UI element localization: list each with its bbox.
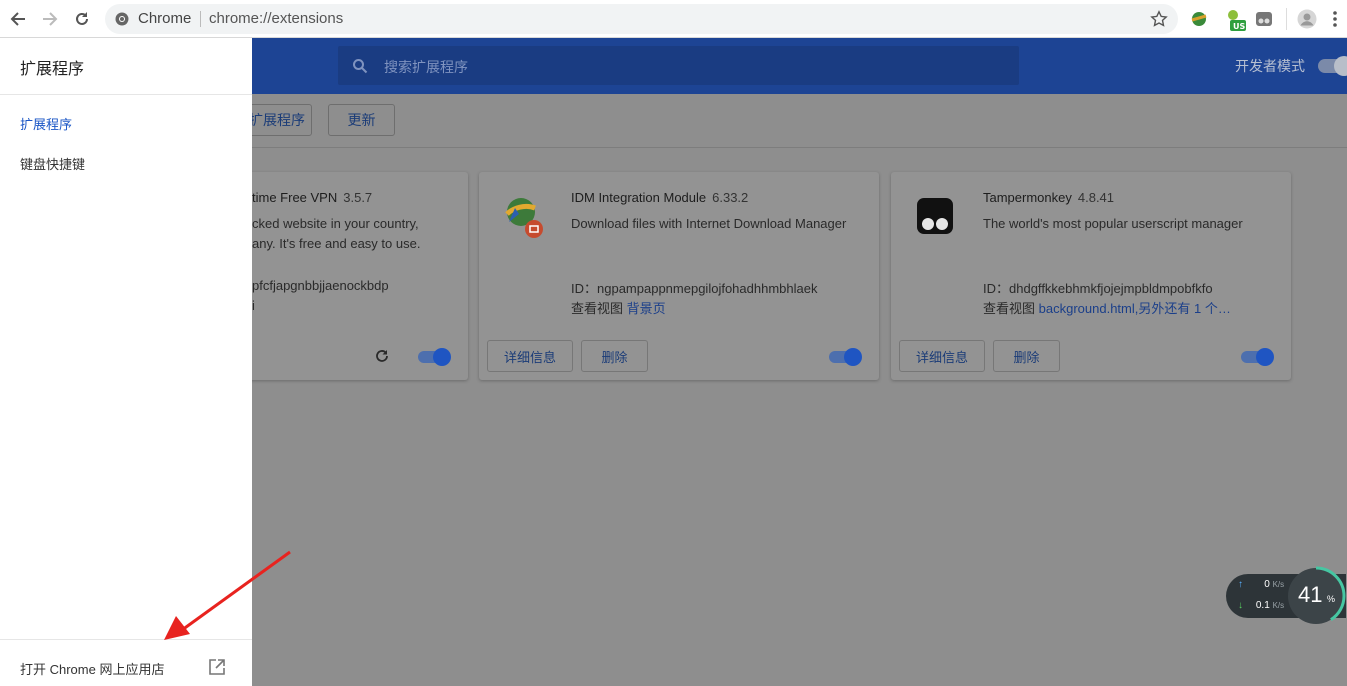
developer-mode-label: 开发者模式 bbox=[1235, 58, 1305, 74]
details-button[interactable]: 详细信息 bbox=[899, 340, 985, 372]
background-page-link[interactable]: 背景页 bbox=[627, 301, 666, 316]
drawer-divider bbox=[0, 94, 252, 95]
download-speed: ↓ 0.1 K/s bbox=[1238, 600, 1285, 611]
extension-enable-toggle[interactable] bbox=[1241, 348, 1274, 366]
upload-speed: ↑ 0 K/s bbox=[1238, 579, 1285, 590]
extension-name: Tampermonkey 4.8.41 bbox=[983, 190, 1115, 205]
drawer-item-extensions[interactable]: 扩展程序 bbox=[20, 114, 72, 133]
cpu-usage-value: 41 bbox=[1298, 582, 1323, 607]
extension-enable-toggle[interactable] bbox=[418, 348, 451, 366]
details-button[interactable]: 详细信息 bbox=[487, 340, 573, 372]
open-web-store-link[interactable]: 打开 Chrome 网上应用店 bbox=[20, 659, 164, 678]
tampermonkey-logo-icon bbox=[917, 198, 953, 234]
remove-button[interactable]: 删除 bbox=[993, 340, 1060, 372]
extension-view: 查看视图 背景页 bbox=[571, 301, 666, 316]
extension-id: pfcfjapgnbbjjaenockbdp bbox=[252, 278, 389, 293]
extension-view: 查看视图 background.html,另外还有 1 个… bbox=[983, 301, 1231, 316]
browser-toolbar: Chrome chrome://extensions US bbox=[0, 0, 1347, 38]
bookmark-star-icon[interactable] bbox=[1150, 10, 1168, 28]
tampermonkey-extension-icon[interactable] bbox=[1254, 9, 1274, 29]
background-page-link[interactable]: background.html,另外还有 1 个… bbox=[1039, 301, 1231, 316]
profile-avatar-icon[interactable] bbox=[1297, 9, 1317, 29]
drawer-title: 扩展程序 bbox=[20, 61, 85, 78]
download-arrow-icon: ↓ bbox=[1238, 600, 1243, 611]
extension-id: ID：ngpampappnmepgilojfohadhhmbhlaek bbox=[571, 281, 818, 296]
url-text[interactable]: chrome://extensions bbox=[209, 10, 343, 27]
extension-card-idm: IDM Integration Module 6.33.2 Download fi… bbox=[479, 172, 879, 380]
reload-icon[interactable] bbox=[70, 7, 94, 31]
reload-extension-icon[interactable] bbox=[374, 348, 390, 364]
open-in-new-icon[interactable] bbox=[208, 658, 226, 676]
search-extensions-input[interactable]: 搜索扩展程序 bbox=[338, 46, 1019, 85]
search-placeholder: 搜索扩展程序 bbox=[384, 59, 468, 75]
chrome-icon bbox=[115, 12, 129, 26]
omnibox-divider bbox=[200, 11, 201, 27]
extension-enable-toggle[interactable] bbox=[829, 348, 862, 366]
update-button[interactable]: 更新 bbox=[328, 104, 395, 136]
extension-name: time Free VPN 3.5.7 bbox=[252, 190, 373, 205]
developer-mode-toggle[interactable] bbox=[1318, 56, 1347, 76]
extension-view: i bbox=[252, 298, 255, 313]
extension-id: ID：dhdgffkkebhmkfjojejmpbldmpobfkfo bbox=[983, 281, 1213, 296]
search-icon bbox=[353, 59, 368, 74]
drawer-item-keyboard-shortcuts[interactable]: 键盘快捷键 bbox=[20, 154, 85, 173]
address-bar[interactable]: Chrome chrome://extensions bbox=[105, 4, 1178, 34]
toolbar-divider bbox=[1286, 8, 1287, 30]
idm-extension-icon[interactable] bbox=[1189, 9, 1209, 29]
cpu-usage-unit: % bbox=[1327, 594, 1336, 604]
site-name: Chrome bbox=[138, 10, 192, 27]
back-icon[interactable] bbox=[6, 7, 30, 31]
extension-card-tampermonkey: Tampermonkey 4.8.41 The world's most popu… bbox=[891, 172, 1291, 380]
menu-kebab-icon[interactable] bbox=[1330, 9, 1340, 29]
annotation-arrow bbox=[164, 550, 291, 640]
extension-description: Download files with Internet Download Ma… bbox=[571, 216, 847, 231]
idm-logo-icon bbox=[505, 198, 543, 238]
svg-text:US: US bbox=[1233, 22, 1245, 31]
vpn-extension-icon[interactable]: US bbox=[1224, 8, 1248, 32]
extension-description: The world's most popular userscript mana… bbox=[983, 216, 1243, 231]
upload-arrow-icon: ↑ bbox=[1238, 579, 1243, 590]
remove-button[interactable]: 删除 bbox=[581, 340, 648, 372]
forward-icon[interactable] bbox=[38, 7, 62, 31]
extension-name: IDM Integration Module 6.33.2 bbox=[571, 190, 749, 205]
